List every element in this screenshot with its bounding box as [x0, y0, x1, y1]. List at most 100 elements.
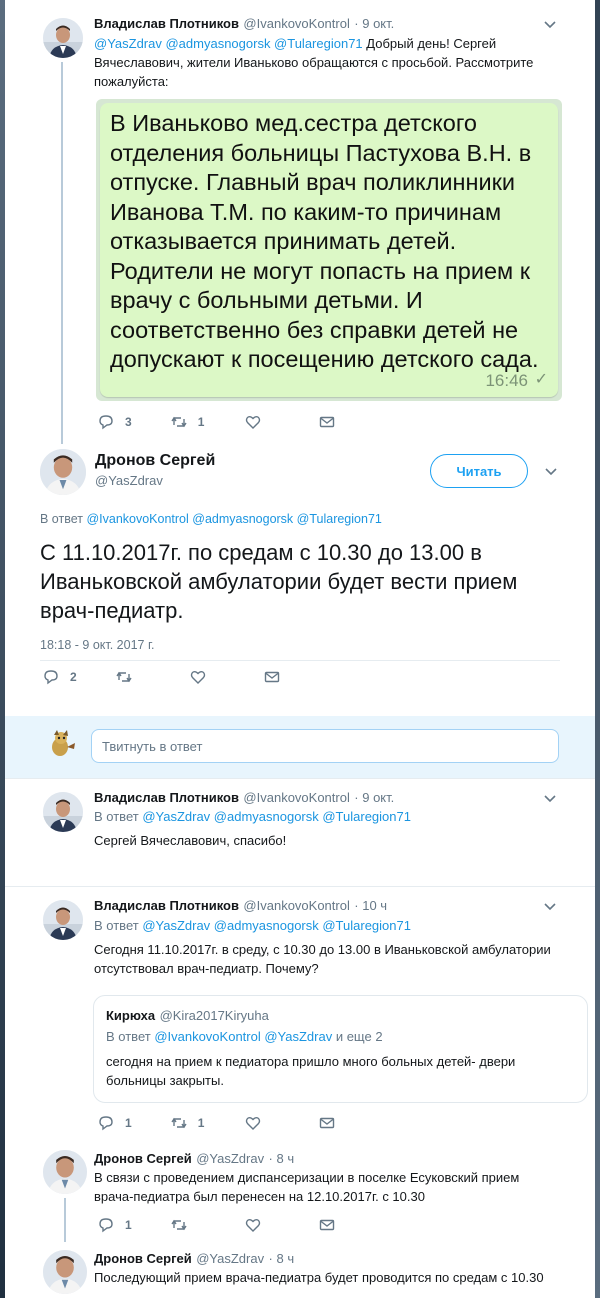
divider [5, 778, 595, 779]
tweet-text: Сегодня 11.10.2017г. в среду, с 10.30 до… [94, 940, 584, 978]
tweet-text-part: В связи с проведением диспансеризации в … [94, 1170, 520, 1185]
like-button[interactable] [244, 1114, 262, 1132]
reply-count: 2 [70, 670, 77, 684]
avatar[interactable] [40, 449, 86, 495]
tweet-text-part: врача-педиатра был перенесен на 12.10.20… [94, 1189, 425, 1204]
retweet-button[interactable] [115, 668, 133, 686]
reply-context-prefix: В ответ [94, 809, 143, 824]
tweet-timestamp[interactable]: 18:18 - 9 окт. 2017 г. [40, 638, 154, 652]
like-button[interactable] [244, 413, 262, 431]
tweet-header: Владислав Плотников @IvankovoKontrol · 1… [94, 897, 387, 915]
tweet-actions: 3 1 [97, 412, 374, 432]
tweet-text: Последующий прием врача-педиатра будет п… [94, 1270, 544, 1285]
reply-button[interactable]: 3 [97, 413, 132, 431]
avatar[interactable] [43, 18, 83, 58]
reply-context: В ответ @IvankovoKontrol @admyasnogorsk … [40, 512, 382, 526]
tweet-actions: 2 [42, 667, 319, 687]
quoted-tweet[interactable]: Кирюха @Kira2017Kiryuha В ответ @Ivankov… [93, 995, 588, 1103]
author-handle[interactable]: @YasZdrav [196, 1251, 264, 1266]
quote-reply-context: В ответ @IvankovoKontrol @YasZdrav и еще… [106, 1029, 383, 1044]
message-button[interactable] [263, 668, 281, 686]
tweet-text-part: пожалуйста: [94, 74, 169, 89]
avatar[interactable] [43, 792, 83, 832]
chevron-down-icon[interactable] [541, 897, 559, 915]
author-handle[interactable]: @IvankovoKontrol [243, 16, 349, 31]
avatar[interactable] [43, 1150, 87, 1194]
reply-context-suffix: и еще 2 [332, 1029, 383, 1044]
tweet-text-part: Добрый день! Сергей [362, 36, 497, 51]
reply-button[interactable]: 1 [97, 1216, 132, 1234]
reply-context: В ответ @YasZdrav @admyasnogorsk @Tulare… [94, 809, 411, 824]
tweet-date[interactable]: · 9 окт. [354, 790, 394, 805]
author-handle[interactable]: @YasZdrav [196, 1151, 264, 1166]
tweet-actions: 1 1 [97, 1113, 374, 1133]
retweet-count: 1 [197, 1116, 205, 1130]
reply-context-prefix: В ответ [40, 512, 87, 526]
envelope-icon [264, 671, 279, 683]
author-name[interactable]: Дронов Сергей [94, 1151, 192, 1166]
message-button[interactable] [318, 413, 336, 431]
reply-button[interactable]: 1 [97, 1114, 132, 1132]
reply-context-links[interactable]: @YasZdrav @admyasnogorsk @Tularegion71 [142, 918, 411, 933]
attached-image[interactable]: В Иваньково мед.сестра детского отделени… [96, 99, 562, 401]
reply-count: 1 [125, 1218, 132, 1232]
tweet-header: Дронов Сергей @YasZdrav · 8 ч [94, 1150, 294, 1168]
author-name[interactable]: Владислав Плотников [94, 16, 239, 31]
tweet-text: В связи с проведением диспансеризации в … [94, 1168, 584, 1206]
tweet-header: Владислав Плотников @IvankovoKontrol · 9… [94, 15, 394, 33]
retweet-button[interactable]: 1 [170, 1114, 205, 1132]
chevron-down-icon[interactable] [541, 15, 559, 33]
message-button[interactable] [318, 1114, 336, 1132]
tweet-date[interactable]: · 10 ч [354, 898, 387, 913]
tweet-text: С 11.10.2017г. по средам с 10.30 до 13.0… [40, 540, 518, 623]
tweet-header: Дронов Сергей @YasZdrav · 8 ч [94, 1250, 294, 1268]
author-name[interactable]: Дронов Сергей [94, 1251, 192, 1266]
retweet-button[interactable] [170, 1216, 188, 1234]
heart-icon [245, 1219, 260, 1232]
tweet-date[interactable]: · 8 ч [269, 1251, 295, 1266]
quote-author-handle: @Kira2017Kiryuha [159, 1008, 269, 1023]
tweet-text: Сергей Вячеславович, спасибо! [94, 833, 287, 848]
chat-message-bubble: В Иваньково мед.сестра детского отделени… [100, 103, 558, 397]
tweet-date[interactable]: · 9 окт. [354, 16, 394, 31]
tweet-header: Владислав Плотников @IvankovoKontrol · 9… [94, 789, 394, 807]
message-button[interactable] [318, 1216, 336, 1234]
envelope-icon [320, 416, 335, 428]
author-handle[interactable]: @IvankovoKontrol [243, 898, 349, 913]
mention-links[interactable]: @YasZdrav @admyasnogorsk @Tularegion71 [94, 36, 363, 51]
reply-context-links[interactable]: @IvankovoKontrol @admyasnogorsk @Tulareg… [86, 512, 381, 526]
retweet-count: 1 [197, 415, 205, 429]
like-button[interactable] [244, 1216, 262, 1234]
author-handle[interactable]: @YasZdrav [95, 473, 163, 488]
chevron-down-icon[interactable] [541, 789, 559, 807]
retweet-button[interactable]: 1 [170, 413, 205, 431]
reply-context: В ответ @YasZdrav @admyasnogorsk @Tulare… [94, 918, 411, 933]
user-avatar[interactable] [45, 729, 77, 761]
like-button[interactable] [189, 668, 207, 686]
tweet-text-part: Вячеславович, жители Иваньково обращаютс… [94, 55, 534, 70]
reply-context-links[interactable]: @YasZdrav @admyasnogorsk @Tularegion71 [142, 809, 411, 824]
retweet-icon [171, 1219, 187, 1231]
quote-header: Кирюха @Kira2017Kiryuha [106, 1007, 269, 1025]
author-handle[interactable]: @IvankovoKontrol [243, 790, 349, 805]
heart-icon [190, 671, 205, 684]
quote-author-name: Кирюха [106, 1008, 156, 1023]
check-icon: ✓ [534, 371, 548, 388]
avatar[interactable] [43, 900, 83, 940]
author-name[interactable]: Владислав Плотников [94, 790, 239, 805]
tweet-date[interactable]: · 8 ч [269, 1151, 295, 1166]
reply-button[interactable]: 2 [42, 668, 77, 686]
author-name[interactable]: Владислав Плотников [94, 898, 239, 913]
chat-message-text: В Иваньково мед.сестра детского отделени… [110, 110, 539, 372]
quote-text: сегодня на прием к педиатора пришло мног… [106, 1052, 576, 1090]
avatar[interactable] [43, 1250, 87, 1294]
thread-connector [64, 1198, 66, 1242]
retweet-icon [116, 671, 132, 683]
tweet-actions: 1 [97, 1215, 374, 1235]
follow-button[interactable]: Читать [430, 454, 528, 488]
chevron-down-icon[interactable] [542, 462, 560, 480]
author-name[interactable]: Дронов Сергей [95, 452, 215, 470]
reply-icon [99, 1116, 113, 1131]
reply-input[interactable]: Твитнуть в ответ [91, 729, 559, 763]
envelope-icon [319, 1219, 334, 1231]
